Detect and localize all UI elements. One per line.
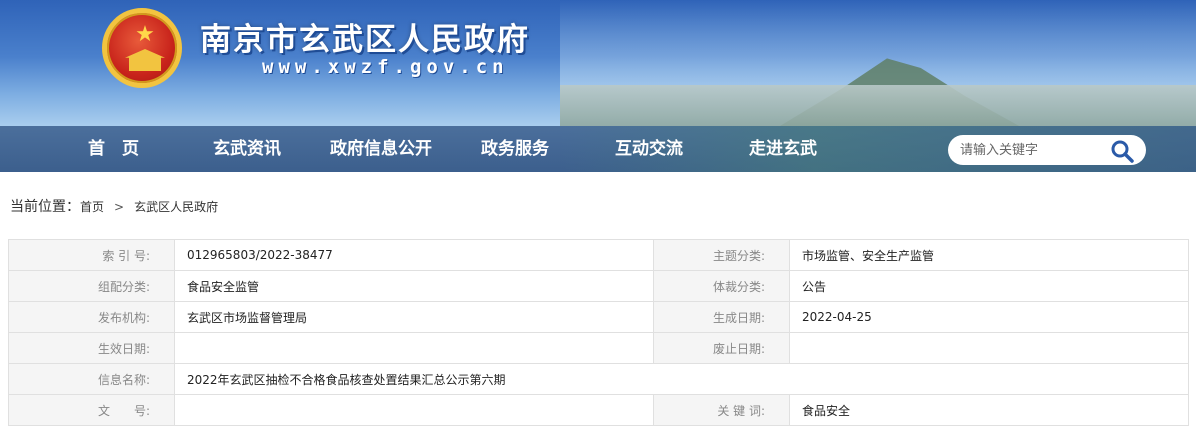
nav-item-interaction[interactable]: 互动交流 (615, 126, 683, 172)
info-name-value: 2022年玄武区抽检不合格食品核查处置结果汇总公示第六期 (174, 363, 1189, 395)
created-date-label: 生成日期: (653, 301, 790, 333)
effective-date-label: 生效日期: (8, 332, 175, 364)
breadcrumb-label: 当前位置： (10, 199, 80, 215)
doc-number-value (174, 394, 654, 426)
site-banner: ★ 南京市玄武区人民政府 www.xwzf.gov.cn (0, 0, 1196, 126)
table-row: 组配分类: 食品安全监管 体裁分类: 公告 (8, 270, 1189, 302)
table-row: 信息名称: 2022年玄武区抽检不合格食品核查处置结果汇总公示第六期 (8, 363, 1189, 395)
breadcrumb-separator: > (114, 200, 125, 214)
nav-item-gov-info[interactable]: 政府信息公开 (330, 126, 432, 172)
banner-city (560, 85, 1196, 126)
abolished-date-value (789, 332, 1189, 364)
effective-date-value (174, 332, 654, 364)
search-input[interactable] (960, 135, 1110, 165)
site-url: www.xwzf.gov.cn (262, 56, 509, 78)
table-row: 文 号: 关 键 词: 食品安全 (8, 394, 1189, 426)
publisher-label: 发布机构: (8, 301, 175, 333)
table-row: 索 引 号: 012965803/2022-38477 主题分类: 市场监管、安… (8, 239, 1189, 271)
document-meta-table: 索 引 号: 012965803/2022-38477 主题分类: 市场监管、安… (8, 239, 1189, 426)
site-title: 南京市玄武区人民政府 (200, 22, 530, 58)
nav-item-services[interactable]: 政务服务 (481, 126, 549, 172)
index-value: 012965803/2022-38477 (174, 239, 654, 271)
created-date-value: 2022-04-25 (789, 301, 1189, 333)
nav-item-home[interactable]: 首 页 (88, 126, 139, 172)
doc-number-label: 文 号: (8, 394, 175, 426)
keywords-label: 关 键 词: (653, 394, 790, 426)
search-box (948, 135, 1146, 165)
breadcrumb-current-link[interactable]: 玄武区人民政府 (134, 200, 218, 214)
org-category-value: 食品安全监管 (174, 270, 654, 302)
nav-item-news[interactable]: 玄武资讯 (213, 126, 281, 172)
nav-item-about[interactable]: 走进玄武 (749, 126, 817, 172)
table-row: 发布机构: 玄武区市场监督管理局 生成日期: 2022-04-25 (8, 301, 1189, 333)
national-emblem-icon: ★ (102, 8, 182, 88)
genre-value: 公告 (789, 270, 1189, 302)
topic-value: 市场监管、安全生产监管 (789, 239, 1189, 271)
topic-label: 主题分类: (653, 239, 790, 271)
breadcrumb: 当前位置：首页 > 玄武区人民政府 (10, 195, 218, 217)
keywords-value: 食品安全 (789, 394, 1189, 426)
main-nav: 首 页 玄武资讯 政府信息公开 政务服务 互动交流 走进玄武 (0, 126, 1196, 172)
org-category-label: 组配分类: (8, 270, 175, 302)
breadcrumb-home-link[interactable]: 首页 (80, 200, 104, 214)
genre-label: 体裁分类: (653, 270, 790, 302)
table-row: 生效日期: 废止日期: (8, 332, 1189, 364)
info-name-label: 信息名称: (8, 363, 175, 395)
search-icon[interactable] (1110, 139, 1134, 163)
abolished-date-label: 废止日期: (653, 332, 790, 364)
index-label: 索 引 号: (8, 239, 175, 271)
publisher-value: 玄武区市场监督管理局 (174, 301, 654, 333)
